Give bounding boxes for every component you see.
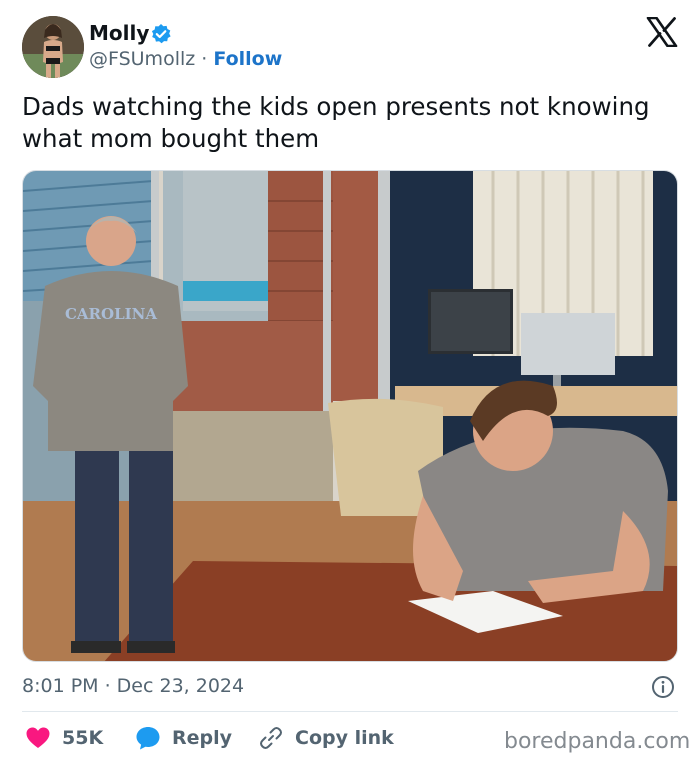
handle-row: @FSUmollz · Follow <box>89 48 282 70</box>
tweet-text: Dads watching the kids open presents not… <box>22 92 650 153</box>
separator: · <box>201 48 208 70</box>
reply-label: Reply <box>172 727 233 749</box>
copy-link-button[interactable]: Copy link <box>258 724 394 752</box>
like-button[interactable]: 55K <box>25 724 103 752</box>
copy-link-label: Copy link <box>295 727 394 749</box>
link-icon <box>260 727 282 749</box>
sweatshirt-text: CAROLINA <box>65 305 157 323</box>
reply-button[interactable]: Reply <box>135 724 232 752</box>
tweet-card: Molly @FSUmollz · Follow Dads watching t… <box>0 0 700 765</box>
avatar[interactable] <box>22 16 84 78</box>
x-logo-icon[interactable] <box>646 17 678 47</box>
handle[interactable]: @FSUmollz <box>89 48 195 70</box>
display-name[interactable]: Molly <box>89 21 149 45</box>
timestamp[interactable]: 8:01 PM · Dec 23, 2024 <box>22 675 244 697</box>
divider <box>22 711 678 712</box>
like-count: 55K <box>62 727 104 749</box>
info-icon[interactable] <box>651 675 675 699</box>
heart-icon <box>26 727 50 748</box>
verified-badge-icon <box>151 24 171 44</box>
reply-bubble-icon <box>136 727 160 750</box>
follow-button[interactable]: Follow <box>213 48 282 70</box>
watermark: boredpanda.com <box>504 729 691 754</box>
tweet-photo[interactable]: CAROLINA <box>22 170 678 662</box>
